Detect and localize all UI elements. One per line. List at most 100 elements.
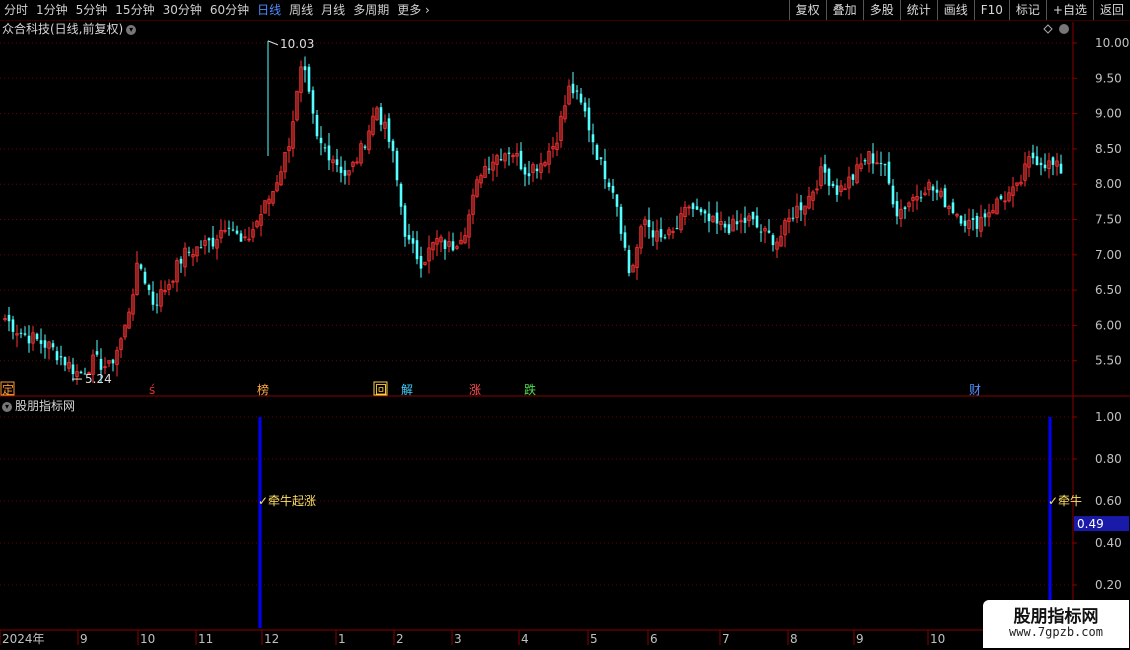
candle-body-down <box>239 233 243 242</box>
candle-body-down <box>363 146 367 148</box>
price-tick-label: 8.00 <box>1095 177 1122 191</box>
candle-body-up <box>899 208 903 219</box>
candle-body-up <box>195 246 199 257</box>
toolbar: 分时 1分钟 5分钟 15分钟 30分钟 60分钟 日线 周线 月线 多周期 更多 › 复权 叠加 多股… <box>0 0 1130 21</box>
candle-body-down <box>971 218 975 220</box>
candle-body-down <box>887 161 891 184</box>
candle-body-down <box>51 343 55 348</box>
candle-body-up <box>783 220 787 236</box>
candle-body-up <box>747 215 751 222</box>
candle-body-up <box>639 226 643 249</box>
signal-label-cut: ✓牵牛 <box>1048 493 1082 508</box>
candle-body-up <box>375 107 379 121</box>
indicator-tick-label: 0.20 <box>1095 578 1122 592</box>
event-marker: 榜 <box>257 382 269 397</box>
candle-body-up <box>711 215 715 223</box>
candle-body-down <box>79 371 83 374</box>
candle-body-up <box>563 105 567 120</box>
candle-body-down <box>151 291 155 305</box>
candle-body-up <box>1011 186 1015 196</box>
candle-body-up <box>1023 163 1027 181</box>
candle-body-down <box>139 264 143 269</box>
candle-body-up <box>811 191 815 201</box>
candle-body-down <box>23 333 27 335</box>
toolbar-button[interactable]: 统计 <box>899 0 937 20</box>
candle-body-up <box>1007 192 1011 202</box>
period-tab[interactable]: 分时 <box>0 0 32 20</box>
candle-body-down <box>735 221 739 225</box>
toolbar-button[interactable]: +自选 <box>1045 0 1093 20</box>
candle-body-up <box>123 324 127 338</box>
candle-body-up <box>3 318 7 321</box>
signal-bar <box>1048 417 1052 628</box>
toolbar-button[interactable]: 标记 <box>1008 0 1046 20</box>
candle-body-down <box>675 228 679 230</box>
period-tab[interactable]: 5分钟 <box>72 0 112 20</box>
candle-body-down <box>303 66 307 71</box>
chevron-down-icon[interactable]: ▾ <box>2 401 12 412</box>
candle-body-up <box>987 212 991 218</box>
kline-chart: 10.03 5.24 10.00 9.50 9.00 8.50 8.00 7.50 7.00 6… <box>0 22 1130 646</box>
candle-body-up <box>159 289 163 307</box>
x-tick-label: 9 <box>80 632 88 646</box>
candle-body-down <box>411 238 415 244</box>
event-marker: 财 <box>969 383 981 397</box>
candle-body-up <box>15 333 19 336</box>
candle-body-down <box>827 168 831 186</box>
candle-body-down <box>951 202 955 214</box>
period-tab[interactable]: 30分钟 <box>159 0 206 20</box>
candle-body-up <box>787 217 791 223</box>
toolbar-button[interactable]: F10 <box>973 0 1009 20</box>
candle-body-up <box>255 220 259 228</box>
candle-body-up <box>371 115 375 135</box>
candle-body-down <box>707 213 711 222</box>
toolbar-button[interactable]: 返回 <box>1092 0 1130 20</box>
toolbar-button[interactable]: 画线 <box>936 0 974 20</box>
toolbar-button[interactable]: 叠加 <box>825 0 863 20</box>
period-tab[interactable]: 15分钟 <box>111 0 158 20</box>
candle-body-up <box>847 176 851 189</box>
high-pointer <box>267 40 279 46</box>
period-tab[interactable]: 60分钟 <box>206 0 253 20</box>
candle-body-up <box>215 239 219 249</box>
candle-body-down <box>983 213 987 218</box>
period-tab[interactable]: 1分钟 <box>32 0 72 20</box>
candle-body-down <box>147 284 151 291</box>
x-tick-label: 7 <box>722 632 730 646</box>
candle-body-down <box>919 197 923 199</box>
x-tick-label: 10 <box>930 632 945 646</box>
candle-body-up <box>115 349 119 365</box>
candle-body-up <box>299 66 303 94</box>
candle-body-up <box>915 196 919 201</box>
candle-body-down <box>727 224 731 234</box>
candle-body-up <box>287 146 291 152</box>
candle-body-down <box>111 359 115 364</box>
candle-body-up <box>923 192 927 195</box>
toolbar-button[interactable]: 复权 <box>788 0 826 20</box>
candle-body-down <box>7 314 11 322</box>
period-tab[interactable]: 更多 › <box>393 0 434 20</box>
main-panel-title-row: 众合科技(日线,前复权) ▾ <box>2 22 137 36</box>
candle-body-up <box>31 332 35 344</box>
candle-body-down <box>83 373 87 375</box>
period-tab[interactable]: 周线 <box>285 0 317 20</box>
candle-body-up <box>947 206 951 210</box>
period-tab[interactable]: 日线 <box>253 0 285 20</box>
x-tick-label: 10 <box>140 632 155 646</box>
price-tick-label: 7.50 <box>1095 213 1122 227</box>
candle-body-up <box>687 206 691 209</box>
candle-body-up <box>679 213 683 231</box>
candle-body-down <box>207 238 211 241</box>
candle-body-down <box>715 212 719 224</box>
indicator-tick-label: 0.40 <box>1095 536 1122 550</box>
chevron-down-icon[interactable]: ▾ <box>126 24 137 35</box>
period-tab[interactable]: 月线 <box>317 0 349 20</box>
toolbar-button[interactable]: 多股 <box>862 0 900 20</box>
candle-body-up <box>131 294 135 315</box>
candle-body-up <box>427 247 431 262</box>
candle-body-up <box>291 121 295 149</box>
candle-body-down <box>571 83 575 94</box>
period-tab[interactable]: 多周期 <box>349 0 393 20</box>
candle-body-down <box>1039 162 1043 166</box>
candle-body-up <box>1047 160 1051 169</box>
